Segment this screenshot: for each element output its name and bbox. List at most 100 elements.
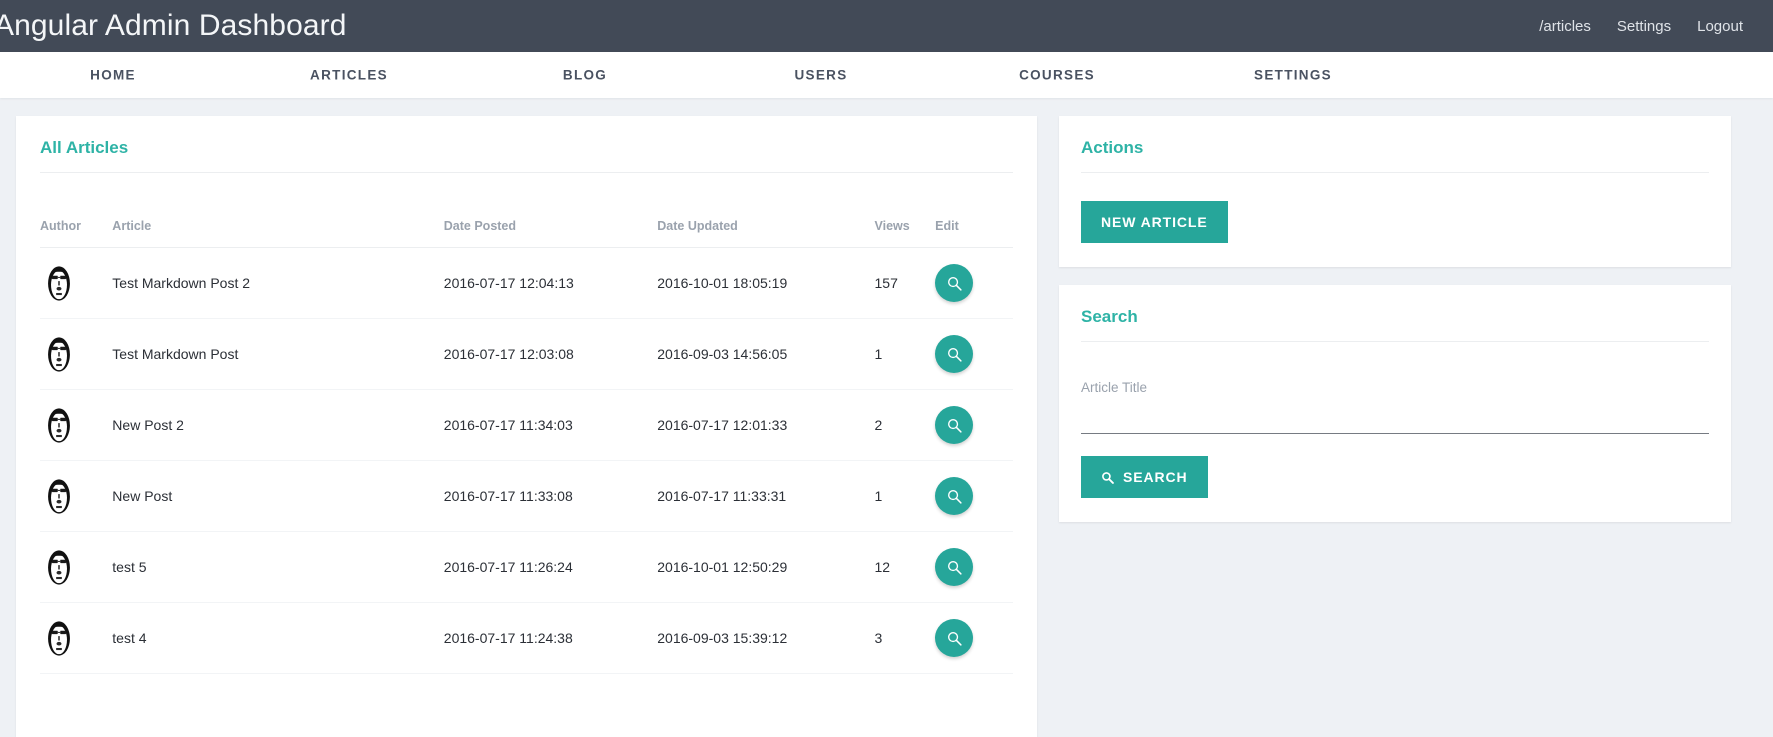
article-title-input[interactable]: [1081, 395, 1709, 434]
table-row: New Post 2 2016-07-17 11:34:03 2016-07-17 …: [40, 389, 1013, 461]
avatar-image: [40, 619, 78, 657]
row-article-title: test 5: [112, 531, 444, 603]
nav-item-blog[interactable]: BLOG: [563, 68, 607, 83]
row-article-title: Test Markdown Post 2: [112, 247, 444, 319]
row-edit-cell: [935, 318, 1013, 390]
row-edit-button[interactable]: [935, 406, 974, 444]
row-date-updated: 2016-09-03 14:56:05: [657, 318, 875, 390]
row-article-title: test 4: [112, 602, 444, 674]
row-date-updated: 2016-07-17 11:33:31: [657, 460, 875, 532]
row-author-cell: [40, 531, 113, 603]
all-articles-card: All Articles Author Article Date Posted …: [16, 116, 1037, 737]
article-title-label: Article Title: [1081, 380, 1148, 395]
row-edit-cell: [935, 531, 1013, 603]
row-edit-cell: [935, 460, 1013, 532]
table-header-row: Author Article Date Posted Date Updated …: [40, 219, 1013, 248]
row-date-posted: 2016-07-17 12:04:13: [443, 247, 658, 319]
table-row: Test Markdown Post 2016-07-17 12:03:08 201…: [40, 318, 1013, 390]
table-row: New Post 2016-07-17 11:33:08 2016-07-17 11…: [40, 460, 1013, 532]
articles-table: Author Article Date Posted Date Updated …: [40, 219, 1013, 674]
column-header-edit: Edit: [935, 219, 1013, 248]
column-header-views: Views: [874, 219, 936, 248]
row-author-cell: [40, 318, 113, 390]
row-date-posted: 2016-07-17 11:33:08: [443, 460, 658, 532]
title-divider: [40, 172, 1013, 173]
row-article-title: New Post 2: [112, 389, 444, 461]
app-title: Angular Admin Dashboard: [0, 9, 347, 42]
row-edit-cell: [935, 247, 1013, 319]
row-article-title: Test Markdown Post: [112, 318, 444, 390]
articles-table-head: Author Article Date Posted Date Updated …: [40, 219, 1013, 248]
nav-item-settings[interactable]: SETTINGS: [1254, 68, 1332, 83]
avatar-image: [40, 477, 78, 515]
column-header-date-posted: Date Posted: [443, 219, 658, 248]
avatar-image: [40, 264, 78, 302]
search-icon: [947, 347, 962, 362]
row-date-posted: 2016-07-17 11:24:38: [443, 602, 658, 674]
header-link-settings[interactable]: Settings: [1617, 18, 1671, 35]
actions-panel-title: Actions: [1081, 138, 1144, 157]
row-author-cell: [40, 602, 113, 674]
actions-divider: [1081, 172, 1709, 173]
table-row: test 5 2016-07-17 11:26:24 2016-10-01 12:5…: [40, 531, 1013, 603]
row-edit-button[interactable]: [935, 477, 974, 515]
page-body: All Articles Author Article Date Posted …: [0, 98, 1773, 737]
search-icon: [947, 560, 962, 575]
row-edit-button[interactable]: [935, 264, 974, 302]
search-icon: [1102, 471, 1114, 484]
row-article-title: New Post: [112, 460, 444, 532]
header-links: /articles Settings Logout: [1539, 18, 1743, 35]
row-views: 1: [874, 318, 936, 390]
search-divider: [1081, 341, 1709, 342]
row-edit-button[interactable]: [935, 619, 974, 657]
row-date-posted: 2016-07-17 11:26:24: [443, 531, 658, 603]
column-header-date-updated: Date Updated: [657, 219, 875, 248]
row-date-posted: 2016-07-17 12:03:08: [443, 318, 658, 390]
row-author-cell: [40, 460, 113, 532]
row-date-updated: 2016-10-01 12:50:29: [657, 531, 875, 603]
table-row: Test Markdown Post 2 2016-07-17 12:04:13 2…: [40, 247, 1013, 319]
header-link-articles[interactable]: /articles: [1539, 18, 1591, 35]
avatar-image: [40, 548, 78, 586]
main-navigation: HOME ARTICLES BLOG USERS COURSES SETTING…: [0, 52, 1773, 98]
app-header: Angular Admin Dashboard /articles Settin…: [0, 0, 1773, 52]
search-button-label: SEARCH: [1123, 469, 1188, 485]
nav-item-articles[interactable]: ARTICLES: [310, 68, 388, 83]
row-date-updated: 2016-09-03 15:39:12: [657, 602, 875, 674]
nav-item-users[interactable]: USERS: [794, 68, 847, 83]
row-date-updated: 2016-07-17 12:01:33: [657, 389, 875, 461]
row-date-updated: 2016-10-01 18:05:19: [657, 247, 875, 319]
row-edit-cell: [935, 389, 1013, 461]
new-article-button[interactable]: NEW ARTICLE: [1081, 201, 1228, 243]
articles-table-body: Test Markdown Post 2 2016-07-17 12:04:13 2…: [40, 247, 1013, 674]
row-edit-button[interactable]: [935, 335, 974, 373]
avatar-image: [40, 335, 78, 373]
search-button[interactable]: SEARCH: [1081, 456, 1208, 498]
header-link-logout[interactable]: Logout: [1697, 18, 1743, 35]
search-icon: [947, 489, 962, 504]
search-icon: [947, 276, 962, 291]
column-header-author: Author: [40, 219, 113, 248]
row-views: 2: [874, 389, 936, 461]
search-icon: [947, 418, 962, 433]
row-edit-cell: [935, 602, 1013, 674]
avatar-image: [40, 406, 78, 444]
actions-panel: Actions NEW ARTICLE: [1059, 116, 1731, 267]
page-title: All Articles: [40, 138, 129, 157]
row-date-posted: 2016-07-17 11:34:03: [443, 389, 658, 461]
nav-item-home[interactable]: HOME: [90, 68, 136, 83]
column-header-article: Article: [112, 219, 444, 248]
search-icon: [947, 631, 962, 646]
nav-item-courses[interactable]: COURSES: [1019, 68, 1095, 83]
search-panel-title: Search: [1081, 307, 1138, 326]
row-author-cell: [40, 389, 113, 461]
search-panel: Search Article Title SEARCH: [1059, 285, 1731, 522]
row-views: 1: [874, 460, 936, 532]
table-row: test 4 2016-07-17 11:24:38 2016-09-03 15:3…: [40, 602, 1013, 674]
row-edit-button[interactable]: [935, 548, 974, 586]
new-article-button-label: NEW ARTICLE: [1101, 214, 1208, 230]
row-views: 12: [874, 531, 936, 603]
sidebar: Actions NEW ARTICLE Search Article Title…: [1059, 116, 1731, 522]
row-views: 157: [874, 247, 936, 319]
row-views: 3: [874, 602, 936, 674]
